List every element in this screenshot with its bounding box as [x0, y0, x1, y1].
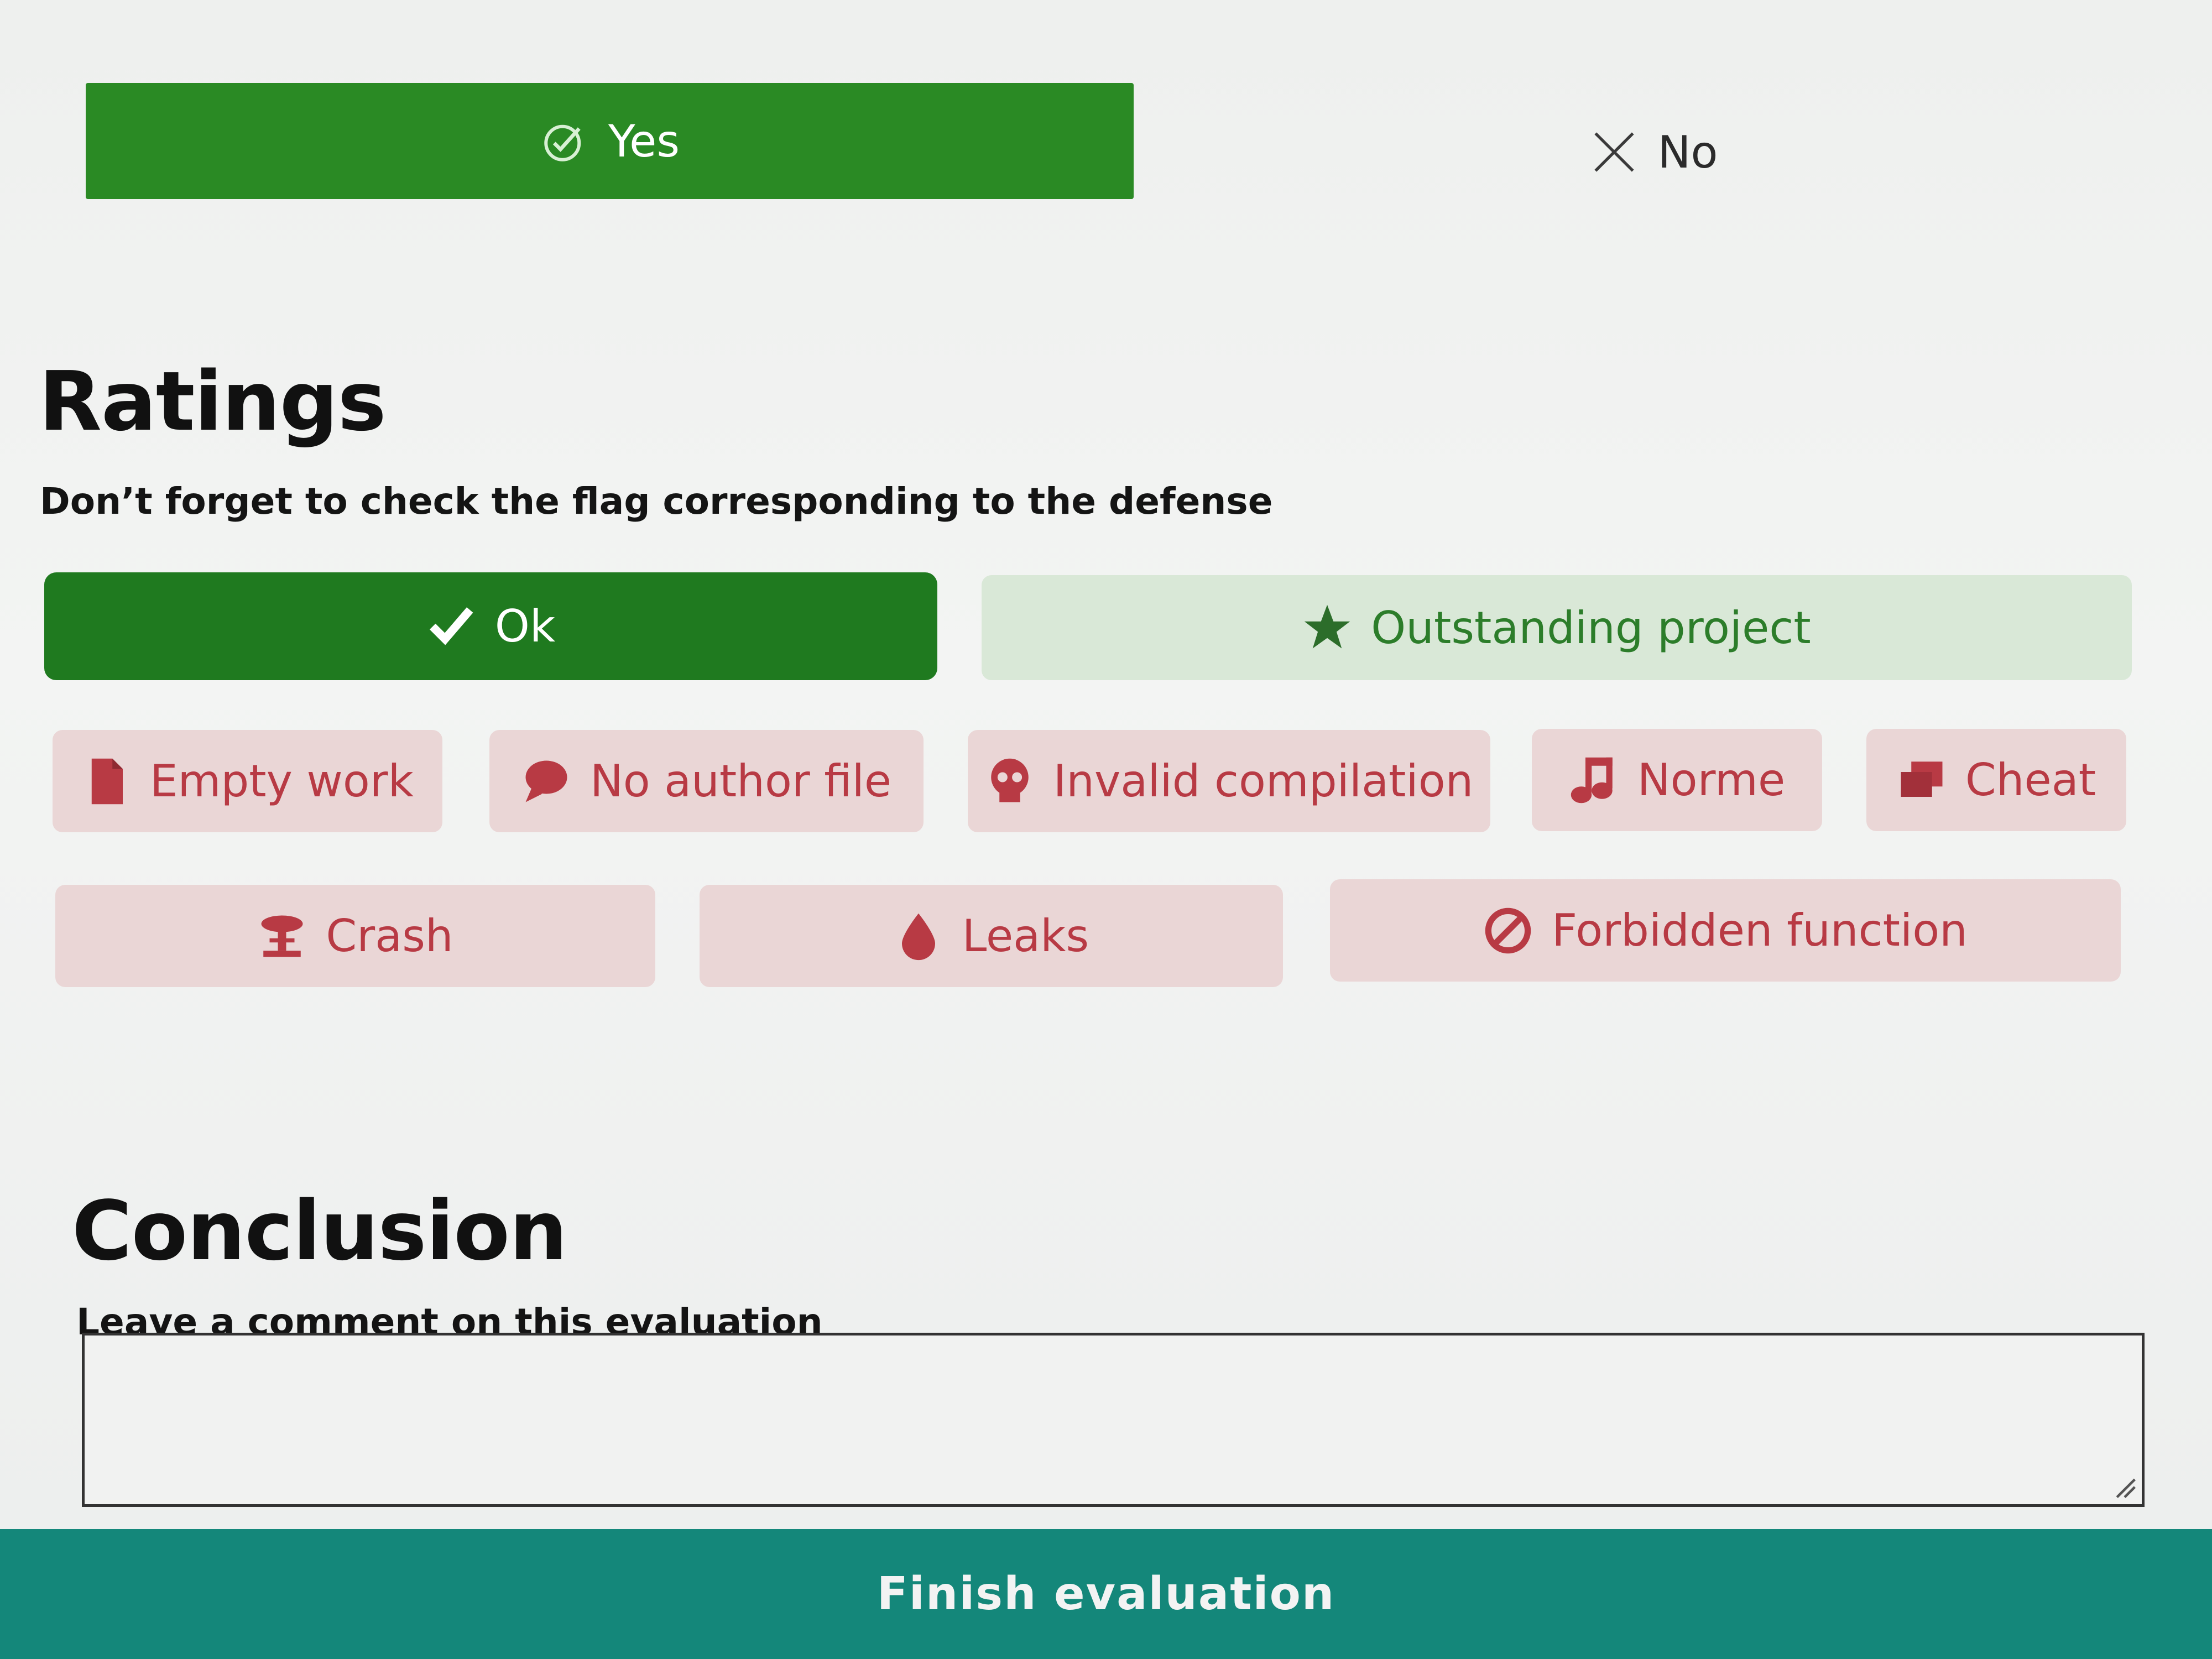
ban-icon: [1483, 906, 1533, 956]
no-button[interactable]: No: [1139, 94, 2168, 210]
finish-evaluation-button[interactable]: Finish evaluation: [0, 1529, 2212, 1659]
finish-label: Finish evaluation: [877, 1568, 1335, 1620]
check-circle-icon: [540, 116, 589, 166]
comment-textarea[interactable]: [82, 1333, 2145, 1507]
resize-grip-icon[interactable]: [2112, 1474, 2137, 1500]
music-icon: [1569, 755, 1619, 805]
no-label: No: [1657, 126, 1718, 178]
forbidden-function-flag-button[interactable]: Forbidden function: [1330, 879, 2121, 982]
copy-icon: [1897, 755, 1947, 805]
leaks-flag-button[interactable]: Leaks: [700, 885, 1283, 987]
ratings-title: Ratings: [39, 354, 387, 449]
star-icon: [1302, 603, 1352, 653]
outstanding-flag-button[interactable]: Outstanding project: [982, 575, 2132, 680]
flag-label: Empty work: [150, 755, 414, 807]
cheat-flag-button[interactable]: Cheat: [1866, 729, 2126, 831]
flag-label: Leaks: [962, 910, 1089, 962]
flag-label: Forbidden function: [1552, 905, 1968, 956]
empty-work-flag-button[interactable]: Empty work: [53, 730, 442, 832]
outstanding-label: Outstanding project: [1371, 602, 1811, 654]
flag-label: Cheat: [1965, 754, 2096, 806]
drop-icon: [894, 911, 943, 961]
conclusion-title: Conclusion: [72, 1183, 567, 1279]
flag-label: Crash: [326, 910, 453, 962]
flag-label: Norme: [1637, 754, 1786, 806]
evaluation-page: Yes No Ratings Don’t forget to check the…: [0, 0, 2212, 1659]
ratings-subtitle: Don’t forget to check the flag correspon…: [40, 480, 1273, 523]
yes-label: Yes: [608, 115, 680, 167]
comment-icon: [521, 757, 571, 806]
yes-button[interactable]: Yes: [86, 83, 1134, 199]
ok-label: Ok: [494, 601, 556, 652]
crash-flag-button[interactable]: Crash: [55, 885, 655, 987]
flag-label: Invalid compilation: [1053, 755, 1474, 807]
check-icon: [426, 602, 476, 651]
no-author-file-flag-button[interactable]: No author file: [489, 730, 924, 832]
norme-flag-button[interactable]: Norme: [1532, 729, 1822, 831]
skull-icon: [985, 757, 1035, 806]
invalid-compilation-flag-button[interactable]: Invalid compilation: [968, 730, 1490, 832]
ok-flag-button[interactable]: Ok: [44, 572, 937, 680]
flag-label: No author file: [589, 755, 892, 807]
explosion-icon: [257, 911, 307, 961]
file-icon: [81, 757, 131, 806]
close-icon: [1589, 127, 1639, 177]
